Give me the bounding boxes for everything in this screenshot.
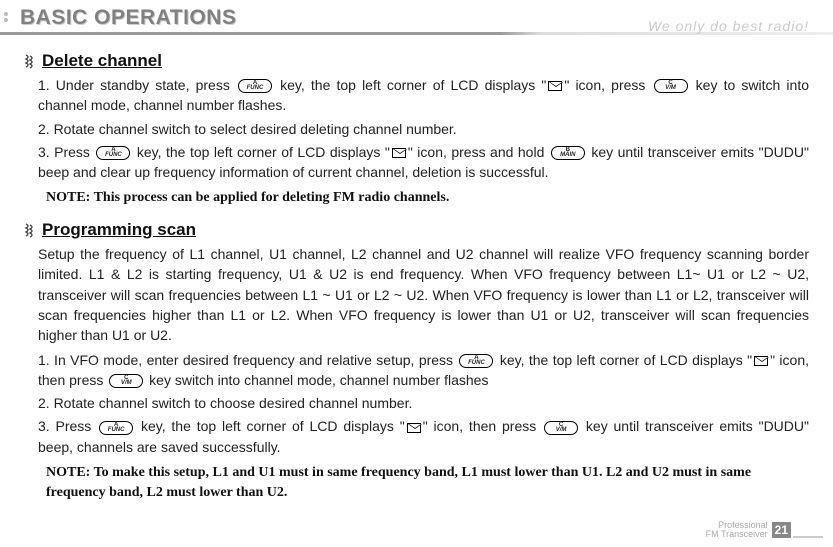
delete-step-1: 1. Under standby state, press AFUNC key,…	[38, 75, 809, 116]
tagline: We only do best radio!	[648, 18, 809, 34]
key-c-vm: CV/M	[109, 374, 143, 388]
footer: Professional FM Transceiver 21	[706, 521, 823, 539]
scan-step-1: 1. In VFO mode, enter desired frequency …	[38, 350, 809, 391]
mail-icon	[548, 81, 562, 91]
heading-scan: Programming scan	[42, 220, 196, 240]
content: Delete channel 1. Under standby state, p…	[0, 35, 833, 502]
key-a-func: AFUNC	[99, 421, 133, 435]
note-scan: NOTE: To make this setup, L1 and U1 must…	[24, 463, 809, 502]
key-a-func: AFUNC	[96, 146, 130, 160]
scan-step-2: 2. Rotate channel switch to choose desir…	[38, 393, 809, 413]
heading-delete: Delete channel	[42, 51, 162, 71]
note-delete: NOTE: This process can be applied for de…	[24, 188, 809, 208]
decorative-dots	[4, 11, 8, 23]
scan-step-3: 3. Press AFUNC key, the top left corner …	[38, 416, 809, 457]
delete-step-3: 3. Press AFUNC key, the top left corner …	[38, 142, 809, 183]
key-a-func: AFUNC	[238, 79, 272, 93]
key-a-func: AFUNC	[459, 354, 493, 368]
key-c-vm: CV/M	[544, 421, 578, 435]
wave-icon	[24, 53, 38, 69]
page-number: 21	[772, 522, 791, 538]
key-c-vm: CV/M	[654, 79, 688, 93]
section-heading-delete: Delete channel	[24, 51, 809, 71]
mail-icon	[754, 356, 768, 366]
key-b-main: BMAIN	[551, 146, 585, 160]
footer-text: Professional FM Transceiver	[706, 521, 768, 539]
mail-icon	[392, 148, 406, 158]
section-heading-scan: Programming scan	[24, 220, 809, 240]
delete-step-2: 2. Rotate channel switch to select desir…	[38, 119, 809, 139]
scan-steps: 1. In VFO mode, enter desired frequency …	[24, 350, 809, 457]
wave-icon	[24, 222, 38, 238]
footer-line	[793, 536, 823, 538]
scan-setup-text: Setup the frequency of L1 channel, U1 ch…	[24, 244, 809, 345]
delete-steps: 1. Under standby state, press AFUNC key,…	[24, 75, 809, 182]
mail-icon	[407, 423, 421, 433]
